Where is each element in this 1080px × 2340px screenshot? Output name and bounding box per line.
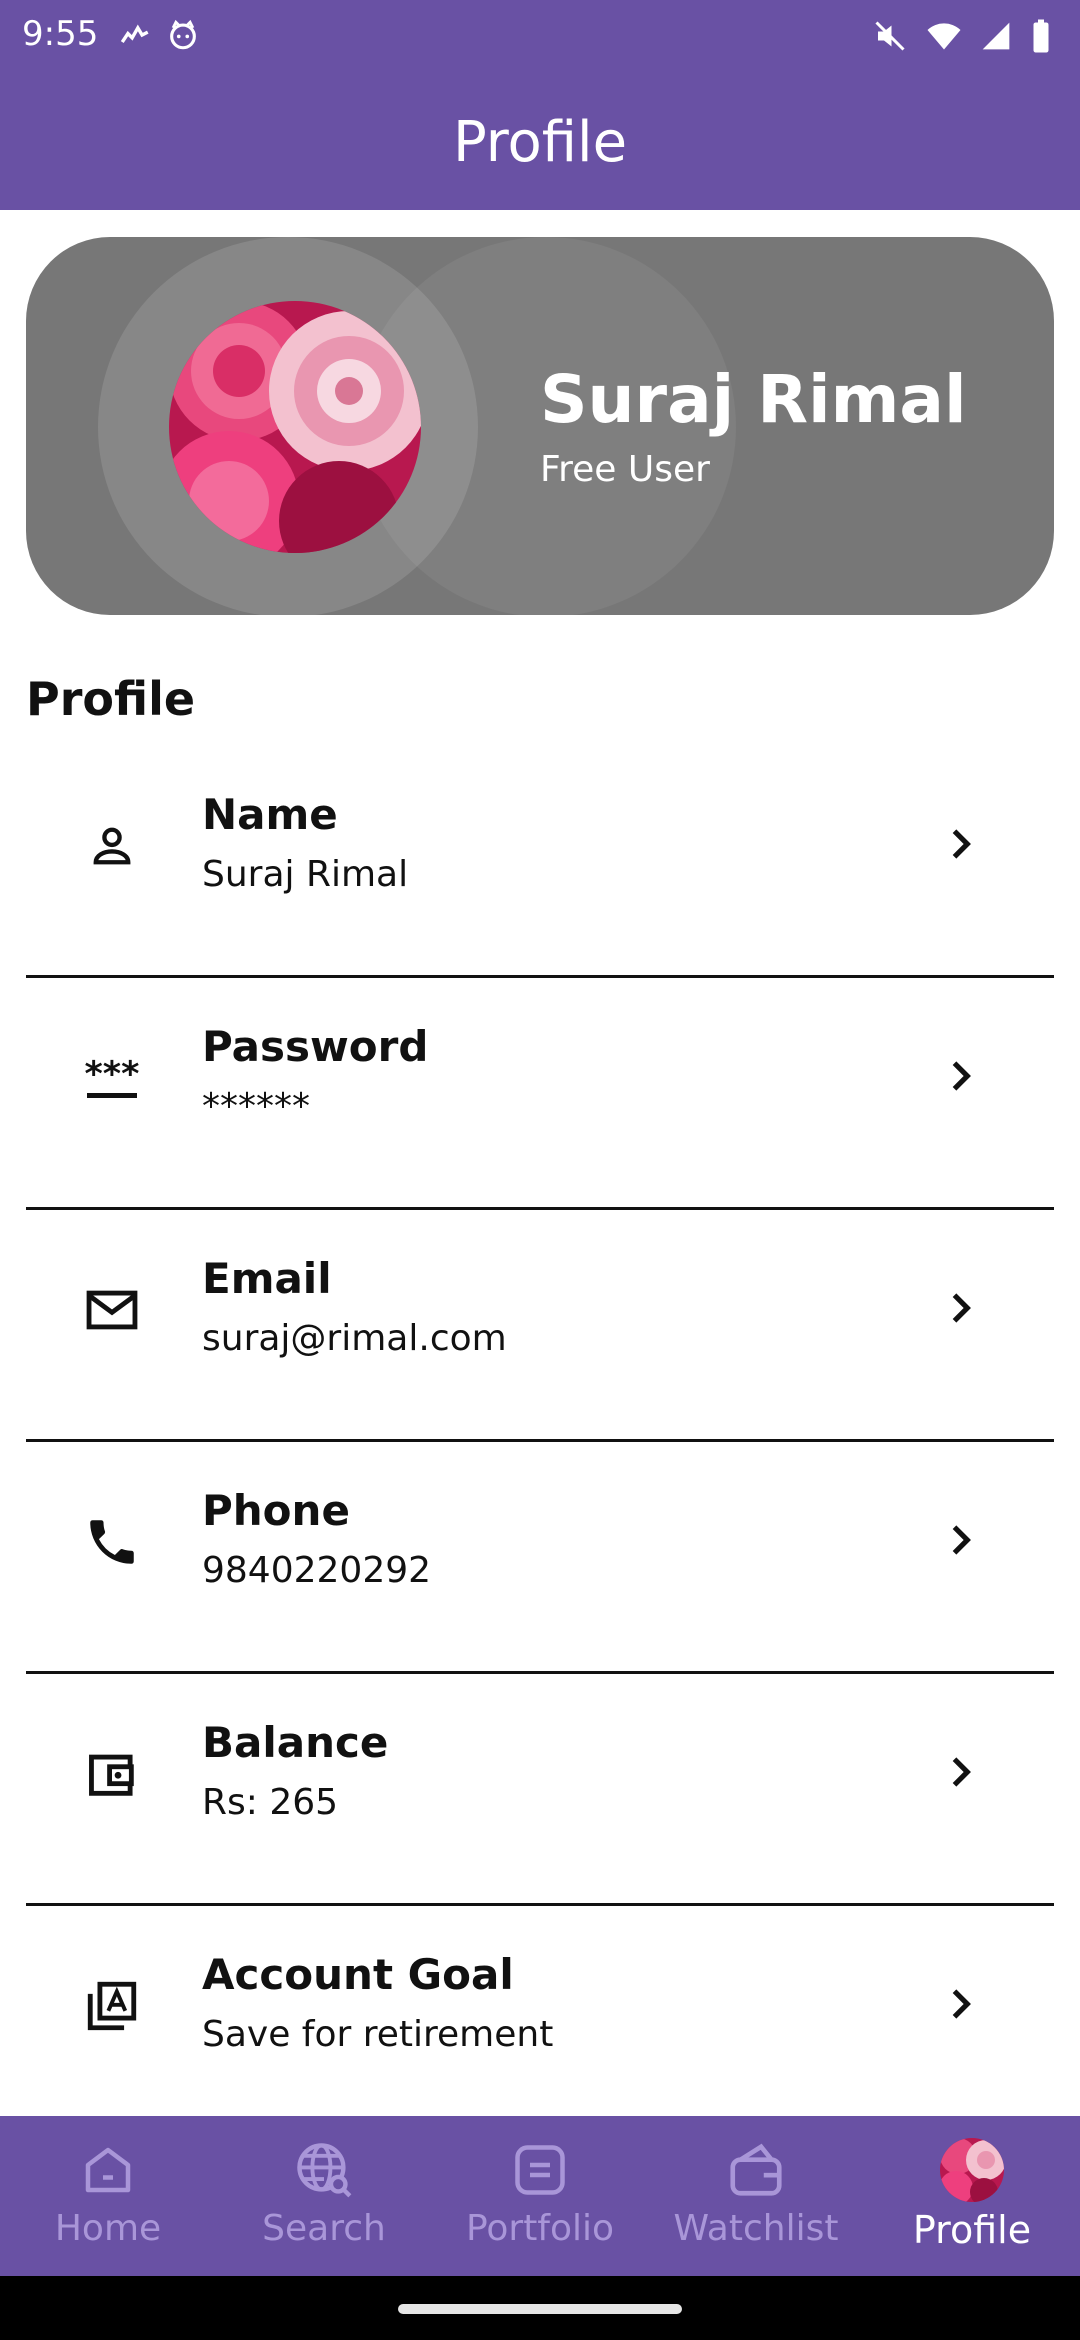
list-item-phone[interactable]: Phone 9840220292: [26, 1442, 1054, 1674]
nav-watchlist[interactable]: Watchlist: [648, 2116, 864, 2276]
status-left-icons: [118, 18, 200, 52]
chevron-right-icon: [952, 1989, 971, 2019]
profile-name: Suraj Rimal: [540, 361, 967, 438]
item-label: Balance: [202, 1718, 389, 1767]
item-value: 9840220292: [202, 1550, 432, 1591]
avatar[interactable]: [169, 301, 421, 553]
chevron-right-icon: [952, 1757, 971, 1787]
profile-list: Name Suraj Rimal *** Password ****** Ema…: [26, 746, 1054, 2135]
list-item-account-goal[interactable]: Account Goal Save for retirement: [26, 1906, 1054, 2135]
mute-icon: [875, 21, 905, 51]
nav-label: Portfolio: [465, 2208, 615, 2249]
chevron-right-icon: [952, 1061, 971, 1091]
chevron-right-icon: [952, 829, 971, 859]
app-bar: Profile: [0, 74, 1080, 210]
nav-label: Watchlist: [673, 2208, 839, 2249]
list-item-name[interactable]: Name Suraj Rimal: [26, 746, 1054, 978]
cat-icon: [170, 19, 196, 50]
system-nav-bar: [0, 2276, 1080, 2340]
password-icon: ***: [82, 1048, 142, 1108]
portfolio-icon: [508, 2138, 572, 2202]
home-icon: [76, 2138, 140, 2202]
chevron-right-icon: [952, 1525, 971, 1555]
wallet-icon: [724, 2138, 788, 2202]
person-icon: [82, 816, 142, 876]
avatar: [940, 2138, 1004, 2202]
wifi-icon: [927, 23, 961, 50]
item-value: ******: [202, 1086, 310, 1127]
bottom-navigation: Home Search Portfolio Watchlist Profile: [0, 2116, 1080, 2276]
home-gesture-handle[interactable]: [398, 2304, 682, 2314]
assignment-icon: [82, 1976, 142, 2036]
item-label: Phone: [202, 1486, 350, 1535]
item-label: Name: [202, 790, 338, 839]
battery-icon: [1033, 19, 1049, 53]
list-item-email[interactable]: Email suraj@rimal.com: [26, 1210, 1054, 1442]
item-value: Suraj Rimal: [202, 854, 409, 895]
nav-label: Home: [54, 2208, 162, 2249]
svg-text:***: ***: [85, 1055, 140, 1095]
profile-card: Suraj Rimal Free User: [26, 237, 1054, 615]
chevron-right-icon: [952, 1293, 971, 1323]
list-item-balance[interactable]: Balance Rs: 265: [26, 1674, 1054, 1906]
nav-portfolio[interactable]: Portfolio: [432, 2116, 648, 2276]
status-right-icons: [872, 18, 1052, 54]
phone-icon: [82, 1512, 142, 1572]
mail-icon: [82, 1280, 142, 1340]
item-value: Save for retirement: [202, 2014, 554, 2055]
activity-icon: [120, 24, 149, 44]
globe-search-icon: [292, 2138, 356, 2202]
nav-home[interactable]: Home: [0, 2116, 216, 2276]
status-bar: 9:55: [0, 0, 1080, 74]
nav-profile[interactable]: Profile: [864, 2116, 1080, 2276]
item-value: Rs: 265: [202, 1782, 339, 1823]
section-title: Profile: [26, 672, 196, 726]
page-title: Profile: [452, 109, 628, 175]
nav-search[interactable]: Search: [216, 2116, 432, 2276]
nav-label: Search: [262, 2208, 386, 2249]
item-label: Password: [202, 1022, 429, 1071]
item-label: Account Goal: [202, 1950, 514, 1999]
nav-label: Profile: [912, 2208, 1032, 2252]
signal-icon: [982, 22, 1010, 50]
wallet-icon: [82, 1744, 142, 1804]
item-value: suraj@rimal.com: [202, 1318, 507, 1359]
rose-photo: [169, 301, 421, 553]
status-time: 9:55: [22, 14, 99, 54]
item-label: Email: [202, 1254, 332, 1303]
profile-tier: Free User: [540, 449, 710, 490]
list-item-password[interactable]: *** Password ******: [26, 978, 1054, 1210]
